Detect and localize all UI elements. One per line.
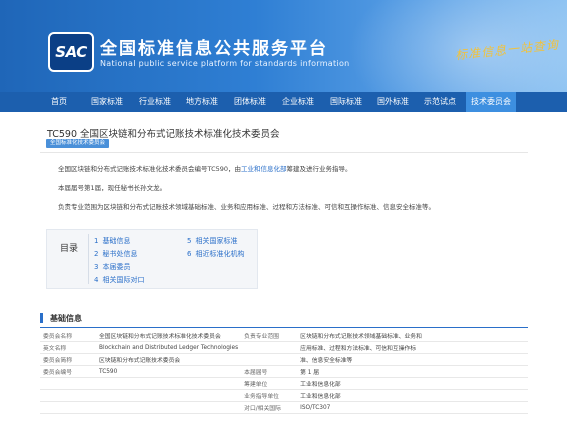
nav-item-industry[interactable]: 行业标准 [134,92,176,112]
field-value: 区块链和分布式记账技术领域基础标准、业务和 [297,330,528,342]
toc-item-secretariat[interactable]: 2 秘书处信息 [94,249,137,259]
toc-num: 3 [94,263,99,271]
toc-num: 6 [187,250,192,258]
field-value: 第 1 届 [297,365,528,378]
toc-label: 秘书处信息 [102,250,138,258]
basic-info-table: 委员会名称 全国区块链和分布式记账技术标准化技术委员会 负责专业范围 区块链和分… [40,330,528,414]
toc-item-basic-info[interactable]: 1 基础信息 [94,236,130,246]
field-value: 应用标准、过程和方法标准、可信和互操作标 [297,341,528,354]
field-label: 负责专业范围 [241,330,298,342]
field-value: 区块链和分布式记账技术委员会 [96,353,242,366]
section-marker [40,313,43,323]
toc-num: 4 [94,276,99,284]
table-row: 对口/相关国际 ISO/TC307 [40,401,528,414]
table-row: 筹建单位 工业和信息化部 [40,377,528,390]
field-label [241,353,298,366]
field-value: 准、信息安全标准等 [297,353,528,366]
field-value [96,377,242,390]
toc-label: 基础信息 [102,237,131,245]
section-divider [40,327,528,328]
field-label: 业务指导单位 [241,389,298,402]
toc-item-national-standards[interactable]: 5 相关国家标准 [187,236,237,246]
toc-label: 相关国际对口 [102,276,145,284]
nav-item-committee[interactable]: 技术委员会 [466,92,516,112]
toc-num: 5 [187,237,192,245]
toc-item-members[interactable]: 3 本届委员 [94,262,130,272]
nav-item-home[interactable]: 首页 [42,92,76,112]
toc-num: 1 [94,237,99,245]
toc-label: 相关国家标准 [195,237,238,245]
nav-item-group[interactable]: 团体标准 [229,92,271,112]
table-row: 委员会名称 全国区块链和分布式记账技术标准化技术委员会 负责专业范围 区块链和分… [40,330,528,342]
nav-item-local[interactable]: 地方标准 [181,92,223,112]
toc-label: 本届委员 [102,263,131,271]
sac-logo[interactable]: SAC [48,32,94,72]
ministry-link[interactable]: 工业和信息化部 [241,165,287,173]
field-value [96,401,242,414]
toc-title: 目录 [60,244,79,254]
category-tag[interactable]: 全国标准化技术委员会 [46,139,110,148]
field-label: 筹建单位 [241,377,298,390]
nav-item-pilot[interactable]: 示范试点 [419,92,461,112]
field-label [40,389,96,402]
field-label: 委员会名称 [40,330,96,342]
table-row: 委员会编号 TC590 本届届号 第 1 届 [40,365,528,378]
table-row: 委员会简称 区块链和分布式记账技术委员会 准、信息安全标准等 [40,353,528,366]
session-paragraph: 本届届号第1届，现任秘书长孙文龙。 [58,184,167,192]
main-nav: 首页 国家标准 行业标准 地方标准 团体标准 企业标准 国际标准 国外标准 示范… [0,92,567,112]
toc-item-similar-orgs[interactable]: 6 相近标准化机构 [187,249,244,259]
field-label [40,377,96,390]
section-title-basic-info: 基础信息 [50,314,82,323]
field-value: 工业和信息化部 [297,377,528,390]
toc-divider [88,234,89,284]
intro-suffix: 筹建及进行业务指导。 [286,165,352,173]
site-title: 全国标准信息公共服务平台 [100,39,328,59]
field-label: 对口/相关国际 [241,401,298,414]
field-value [96,389,242,402]
nav-item-national[interactable]: 国家标准 [86,92,128,112]
field-label: 委员会简称 [40,353,96,366]
toc-num: 2 [94,250,99,258]
intro-prefix: 全国区块链和分布式记账技术标准化技术委员会编号TC590，由 [58,165,242,173]
table-row: 英文名称 Blockchain and Distributed Ledger T… [40,341,528,354]
field-label: 英文名称 [40,341,96,354]
site-subtitle: National public service platform for sta… [100,59,350,68]
toc-item-international[interactable]: 4 相关国际对口 [94,275,144,285]
field-label: 委员会编号 [40,365,96,378]
field-value: 工业和信息化部 [297,389,528,402]
nav-item-foreign[interactable]: 国外标准 [372,92,414,112]
scope-paragraph: 负责专业范围为区块链和分布式记账技术领域基础标准、业务和应用标准、过程和方法标准… [58,203,435,211]
title-divider [40,152,528,153]
page-title: TC590 全国区块链和分布式记账技术标准化技术委员会 [47,129,280,140]
field-value: ISO/TC307 [297,401,528,414]
nav-item-enterprise[interactable]: 企业标准 [277,92,319,112]
field-value: TC590 [96,365,242,378]
field-label [40,401,96,414]
table-row: 业务指导单位 工业和信息化部 [40,389,528,402]
field-label: 本届届号 [241,365,298,378]
intro-paragraph: 全国区块链和分布式记账技术标准化技术委员会编号TC590，由工业和信息化部筹建及… [58,163,352,173]
site-header: SAC 全国标准信息公共服务平台 National public service… [0,0,567,92]
toc-label: 相近标准化机构 [195,250,245,258]
nav-item-international[interactable]: 国际标准 [325,92,367,112]
field-label [241,341,298,354]
field-value: Blockchain and Distributed Ledger Techno… [96,341,242,354]
field-value: 全国区块链和分布式记账技术标准化技术委员会 [96,330,242,342]
